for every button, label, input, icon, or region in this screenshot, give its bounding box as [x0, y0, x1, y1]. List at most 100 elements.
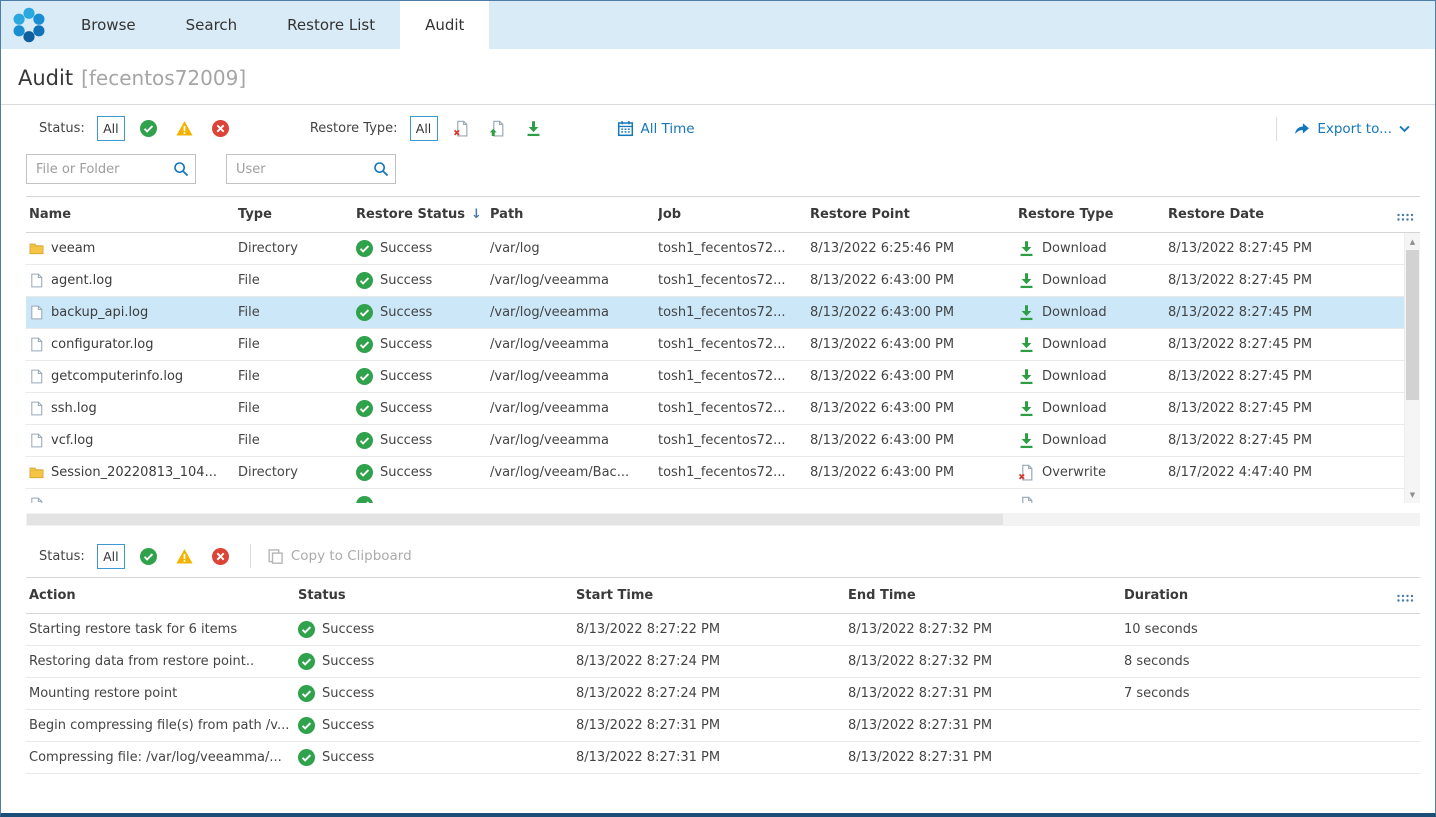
tab-audit[interactable]: Audit: [400, 1, 489, 49]
tab-search[interactable]: Search: [161, 1, 263, 49]
column-header-type[interactable]: Type: [238, 207, 356, 222]
search-icon[interactable]: [173, 161, 189, 177]
download-icon: [1018, 368, 1035, 385]
details-row[interactable]: Begin compressing file(s) from path /v..…: [26, 710, 1420, 742]
table-row[interactable]: agent.log File Success /var/log/veeamma …: [26, 265, 1404, 297]
error-icon: [212, 120, 229, 137]
details-status-filter-error-button[interactable]: [212, 548, 229, 565]
status-filter-warning-button[interactable]: [176, 120, 193, 137]
restore-type-filter-all-button[interactable]: All: [410, 116, 438, 141]
column-header-path[interactable]: Path: [490, 207, 658, 222]
details-row[interactable]: Starting restore task for 6 items Succes…: [26, 614, 1420, 646]
status-filter-success-button[interactable]: [140, 120, 157, 137]
search-icon[interactable]: [373, 161, 389, 177]
calendar-icon: [617, 120, 634, 137]
table-row[interactable]: getcomputerinfo.log File Success /var/lo…: [26, 361, 1404, 393]
table-row[interactable]: configurator.log File Success /var/log/v…: [26, 329, 1404, 361]
restore-date-cell: 8/13/2022 8:27:45 PM: [1168, 241, 1404, 256]
path-cell: /var/log: [490, 241, 658, 256]
job-cell: tosh1_fecentos72...: [658, 337, 810, 352]
restore-point-cell: 8/13/2022 6:25:46 PM: [810, 241, 1018, 256]
job-cell: tosh1_fecentos72...: [658, 433, 810, 448]
file-search-input[interactable]: [26, 154, 196, 184]
path-cell: /var/log/veeamma: [490, 433, 658, 448]
column-chooser-icon[interactable]: [1396, 210, 1414, 225]
copy-icon: [267, 548, 284, 565]
end-time-cell: 8/13/2022 8:27:31 PM: [848, 718, 1124, 733]
action-cell: Mounting restore point: [29, 686, 298, 701]
export-button[interactable]: Export to...: [1293, 120, 1410, 137]
success-icon: [140, 120, 157, 137]
horizontal-scrollbar[interactable]: [26, 513, 1420, 526]
tab-restore-list[interactable]: Restore List: [262, 1, 400, 49]
column-header-restore-point[interactable]: Restore Point: [810, 207, 1018, 222]
status-filter-error-button[interactable]: [212, 120, 229, 137]
path-cell: /var/log/veeamma: [490, 369, 658, 384]
column-header-restore-type[interactable]: Restore Type: [1018, 207, 1168, 222]
copy-to-clipboard-button[interactable]: Copy to Clipboard: [267, 548, 412, 565]
details-status-filter-warning-button[interactable]: [176, 548, 193, 565]
table-row-selected[interactable]: backup_api.log File Success /var/log/vee…: [26, 297, 1404, 329]
restore-type-cell: Download: [1018, 304, 1168, 321]
column-header-duration[interactable]: Duration: [1124, 588, 1420, 603]
scrollbar-thumb[interactable]: [1406, 250, 1419, 400]
column-chooser-icon[interactable]: [1396, 591, 1414, 606]
job-cell: tosh1_fecentos72...: [658, 369, 810, 384]
keep-icon: [489, 120, 506, 137]
restore-type-filter-overwrite-button[interactable]: [453, 120, 470, 137]
details-status-filter-all-button[interactable]: All: [97, 544, 125, 569]
folder-icon: [29, 241, 44, 256]
column-header-restore-status[interactable]: Restore Status↓: [356, 207, 490, 222]
path-cell: /var/log/veeamma: [490, 305, 658, 320]
toolbar-divider: [250, 544, 251, 568]
user-search-input[interactable]: [226, 154, 396, 184]
status-filter-all-button[interactable]: All: [97, 116, 125, 141]
status-cell: Success: [356, 304, 490, 321]
restore-type-filter-keep-button[interactable]: [489, 120, 506, 137]
details-row[interactable]: Mounting restore point Success 8/13/2022…: [26, 678, 1420, 710]
restore-type-cell: Download: [1018, 240, 1168, 257]
scroll-down-arrow[interactable]: ▼: [1405, 487, 1420, 502]
time-filter-button[interactable]: All Time: [617, 120, 695, 137]
table-row[interactable]: Session_20220813_104... Directory Succes…: [26, 457, 1404, 489]
column-header-start-time[interactable]: Start Time: [576, 588, 848, 603]
column-header-action[interactable]: Action: [29, 588, 298, 603]
restore-type-filter-download-button[interactable]: [525, 120, 542, 137]
type-cell: File: [238, 433, 356, 448]
page-subtitle: [fecentos72009]: [81, 66, 246, 90]
download-icon: [1018, 272, 1035, 289]
details-row[interactable]: Compressing file: /var/log/veeamma/... S…: [26, 742, 1420, 774]
table-row[interactable]: ssh.log File Success /var/log/veeamma to…: [26, 393, 1404, 425]
table-row-partial[interactable]: [26, 489, 1404, 503]
tab-browse[interactable]: Browse: [56, 1, 161, 49]
details-status-filter-success-button[interactable]: [140, 548, 157, 565]
column-header-status[interactable]: Status: [298, 588, 576, 603]
restore-point-cell: 8/13/2022 6:43:00 PM: [810, 273, 1018, 288]
scroll-up-arrow[interactable]: ▲: [1405, 234, 1420, 249]
column-header-end-time[interactable]: End Time: [848, 588, 1124, 603]
column-header-name[interactable]: Name: [29, 207, 238, 222]
main-table: Name Type Restore Status↓ Path Job Resto…: [26, 196, 1420, 503]
column-header-restore-date[interactable]: Restore Date: [1168, 207, 1420, 222]
success-icon: [298, 685, 315, 702]
download-icon: [525, 120, 542, 137]
job-cell: tosh1_fecentos72...: [658, 273, 810, 288]
titlebar: Audit[fecentos72009]: [1, 49, 1435, 105]
name-cell: configurator.log: [29, 337, 238, 352]
details-row[interactable]: Restoring data from restore point.. Succ…: [26, 646, 1420, 678]
vertical-scrollbar[interactable]: ▲ ▼: [1404, 233, 1420, 503]
success-icon: [356, 272, 373, 289]
download-icon: [1018, 336, 1035, 353]
details-status-filter-label: Status:: [39, 549, 85, 564]
success-icon: [356, 368, 373, 385]
table-row[interactable]: vcf.log File Success /var/log/veeamma to…: [26, 425, 1404, 457]
column-header-job[interactable]: Job: [658, 207, 810, 222]
path-cell: /var/log/veeamma: [490, 337, 658, 352]
restore-type-cell: Download: [1018, 432, 1168, 449]
scrollbar-thumb[interactable]: [27, 514, 1003, 525]
success-icon: [298, 717, 315, 734]
table-row[interactable]: veeam Directory Success /var/log tosh1_f…: [26, 233, 1404, 265]
restore-type-cell: Overwrite: [1018, 464, 1168, 481]
file-icon: [29, 401, 44, 416]
veeam-logo-icon: [1, 1, 56, 49]
